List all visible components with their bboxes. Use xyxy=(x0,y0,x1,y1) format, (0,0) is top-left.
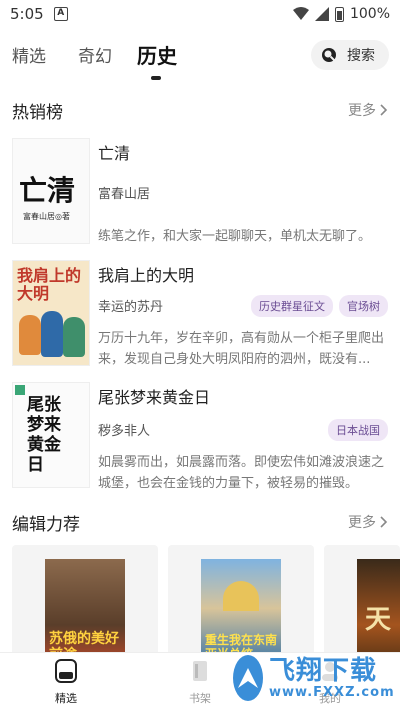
recommend-card[interactable]: 重生我在东南亚当总统 xyxy=(168,545,314,660)
watermark-cn: 飞翔下载 xyxy=(269,655,378,686)
book-author: 富春山居 xyxy=(98,187,151,202)
cover-title: 尾张梦来黄金日 xyxy=(27,395,61,475)
book-cover[interactable]: 亡清 富春山居◎著 xyxy=(12,138,90,244)
cover-subtitle: 富春山居◎著 xyxy=(23,212,70,221)
tab-featured[interactable]: 精选 xyxy=(12,42,46,67)
book-author: 幸运的苏丹 xyxy=(98,300,164,315)
book-cover[interactable]: 我肩上的大明 xyxy=(12,260,90,366)
notification-icon: A xyxy=(53,7,68,21)
battery-level: 100% xyxy=(349,6,390,22)
recommend-card[interactable]: 苏俄的美好前途 xyxy=(12,545,158,660)
chevron-right-icon xyxy=(380,104,388,116)
wifi-icon xyxy=(292,7,309,20)
watermark-en: www.FXXZ.com xyxy=(269,684,395,700)
bookshelf-icon xyxy=(193,661,207,681)
home-icon xyxy=(55,659,77,683)
search-label: 搜索 xyxy=(347,48,375,64)
hot-section-header: 热销榜 更多 xyxy=(0,96,400,126)
editor-section-title: 编辑力荐 xyxy=(12,515,80,535)
watermark-text: 飞翔下载 www.FXXZ.com xyxy=(269,657,395,700)
book-description: 如晨雾而出，如晨露而落。即使宏伟如滩波浪速之城堡，也会在金钱的力量下，被轻易的摧… xyxy=(98,455,385,491)
status-bar: 5:05 A 100% xyxy=(0,0,400,28)
battery-icon xyxy=(334,6,344,22)
book-item[interactable]: 我肩上的大明 我肩上的大明 幸运的苏丹 历史群星征文 官场树 万历十九年，岁在辛… xyxy=(0,260,400,370)
hot-section-title: 热销榜 xyxy=(12,103,63,123)
search-button[interactable]: 搜索 xyxy=(311,40,389,70)
tab-indicator xyxy=(151,76,161,80)
editor-section-header: 编辑力荐 更多 xyxy=(0,508,400,538)
tab-fantasy[interactable]: 奇幻 xyxy=(78,42,112,67)
editor-more-link[interactable]: 更多 xyxy=(348,512,388,532)
nav-featured-label: 精选 xyxy=(55,692,77,705)
recommend-cover[interactable]: 苏俄的美好前途 xyxy=(45,559,125,660)
book-tags: 历史群星征文 官场树 xyxy=(251,295,388,317)
book-item[interactable]: 亡清 富春山居◎著 亡清 富春山居 练笔之作，和大家一起聊聊天，单机太无聊了。 xyxy=(0,138,400,248)
cover-title: 亡清 xyxy=(19,174,76,207)
watermark: 飞翔下载 www.FXXZ.com xyxy=(233,650,395,706)
nav-bookshelf-label: 书架 xyxy=(189,692,211,705)
book-tags: 日本战国 xyxy=(328,419,388,441)
hot-more-label: 更多 xyxy=(348,103,376,119)
search-icon xyxy=(322,48,336,62)
signal-icon xyxy=(314,7,329,21)
tag-badge[interactable]: 官场树 xyxy=(339,295,388,317)
cover-title: 我肩上的大明 xyxy=(17,266,82,303)
book-item[interactable]: 尾张梦来黄金日 尾张梦来黄金日 秽多非人 日本战国 如晨雾而出，如晨露而落。即使… xyxy=(0,382,400,492)
editor-more-label: 更多 xyxy=(348,515,376,531)
tag-badge[interactable]: 日本战国 xyxy=(328,419,388,441)
recommend-card[interactable]: 天 xyxy=(324,545,400,660)
recommend-cover[interactable]: 重生我在东南亚当总统 xyxy=(201,559,281,660)
watermark-logo-icon xyxy=(233,655,263,701)
recommend-cover[interactable]: 天 xyxy=(357,559,400,660)
recommend-cover-title: 天 xyxy=(365,605,392,635)
hot-more-link[interactable]: 更多 xyxy=(348,100,388,120)
tab-history[interactable]: 历史 xyxy=(137,40,177,69)
book-description: 万历十九年，岁在辛卯，高有勋从一个柜子里爬出来，发现自己身处大明凤阳府的泗州，既… xyxy=(98,331,385,367)
book-title[interactable]: 尾张梦来黄金日 xyxy=(98,384,210,408)
chevron-right-icon xyxy=(380,516,388,528)
book-title[interactable]: 亡清 xyxy=(98,140,130,164)
book-cover[interactable]: 尾张梦来黄金日 xyxy=(12,382,90,488)
top-tabs: 精选 奇幻 历史 搜索 xyxy=(0,34,400,84)
book-author: 秽多非人 xyxy=(98,424,151,439)
nav-bookshelf[interactable]: 书架 xyxy=(170,659,230,706)
book-description: 练笔之作，和大家一起聊聊天，单机太无聊了。 xyxy=(98,229,372,244)
nav-featured[interactable]: 精选 xyxy=(36,659,96,706)
book-title[interactable]: 我肩上的大明 xyxy=(98,262,194,286)
tag-badge[interactable]: 历史群星征文 xyxy=(251,295,333,317)
status-time: 5:05 xyxy=(10,5,44,23)
